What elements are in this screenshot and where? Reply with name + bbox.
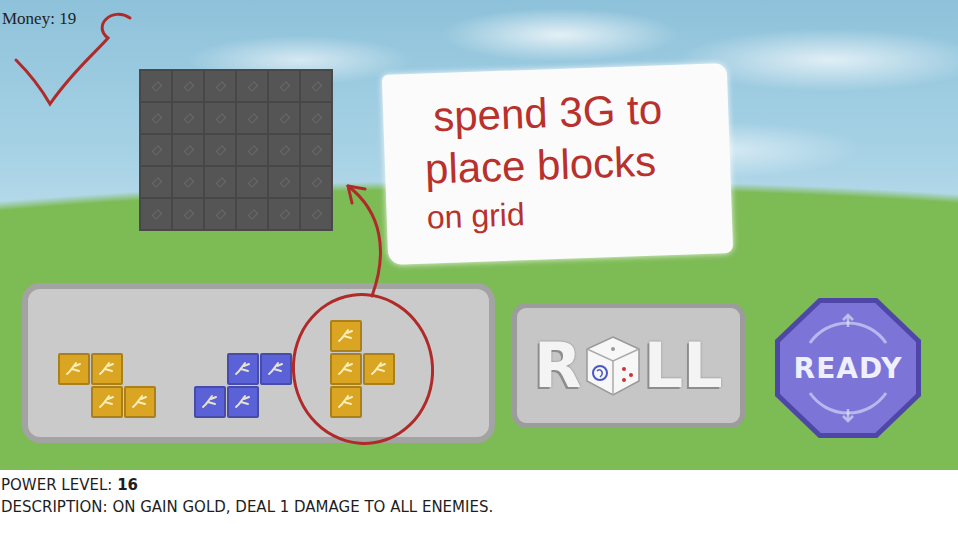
grid-cell[interactable]	[300, 134, 332, 166]
top-row: spend 3G toplace blockson grid	[0, 0, 958, 259]
spark-icon	[369, 359, 389, 379]
grid-cell[interactable]	[204, 166, 236, 198]
grid-cell[interactable]	[236, 166, 268, 198]
block	[194, 386, 226, 418]
block	[91, 353, 123, 385]
grid-cell[interactable]	[236, 102, 268, 134]
spark-icon	[266, 359, 286, 379]
block	[227, 353, 259, 385]
dice-icon	[584, 335, 642, 397]
placement-grid	[139, 69, 333, 231]
note-line: place blocks	[424, 134, 711, 196]
grid-cell[interactable]	[204, 134, 236, 166]
game-area: Money: 19spend 3G toplace blockson gridR…	[0, 0, 958, 470]
grid-cell[interactable]	[140, 166, 172, 198]
block	[330, 320, 362, 352]
spark-icon	[200, 392, 220, 412]
grid-cell[interactable]	[172, 102, 204, 134]
info-panel: POWER LEVEL: 16 DESCRIPTION: ON GAIN GOLD…	[0, 470, 958, 539]
grid-cell[interactable]	[140, 198, 172, 230]
block-piece[interactable]	[58, 353, 156, 418]
grid-cell[interactable]	[236, 70, 268, 102]
spark-icon	[97, 359, 117, 379]
description: DESCRIPTION: ON GAIN GOLD, DEAL 1 DAMAGE…	[1, 498, 958, 517]
ready-label: READY	[794, 352, 903, 385]
block	[58, 353, 90, 385]
tutorial-note: spend 3G toplace blockson grid	[382, 63, 733, 265]
ready-button[interactable]: READY	[775, 298, 921, 438]
spark-icon	[233, 392, 253, 412]
grid-cell[interactable]	[236, 198, 268, 230]
grid-cell[interactable]	[236, 134, 268, 166]
note-line: spend 3G to	[422, 82, 709, 144]
spark-icon	[97, 392, 117, 412]
block	[91, 386, 123, 418]
game-screen: Money: 19spend 3G toplace blockson gridR…	[0, 0, 958, 539]
grid-cell[interactable]	[172, 70, 204, 102]
grid-cell[interactable]	[204, 102, 236, 134]
block	[124, 386, 156, 418]
block-piece[interactable]	[330, 320, 395, 418]
block-piece[interactable]	[194, 353, 292, 418]
grid-cell[interactable]	[204, 70, 236, 102]
block	[363, 353, 395, 385]
block	[330, 386, 362, 418]
grid-cell[interactable]	[268, 166, 300, 198]
roll-label: LL	[644, 335, 723, 397]
grid-cell[interactable]	[300, 198, 332, 230]
grid-cell[interactable]	[204, 198, 236, 230]
roll-button[interactable]: R LL	[512, 303, 745, 428]
grid-cell[interactable]	[268, 134, 300, 166]
grid-cell[interactable]	[172, 198, 204, 230]
spark-icon	[336, 392, 356, 412]
grid-cell[interactable]	[268, 102, 300, 134]
spark-icon	[336, 326, 356, 346]
grid-cell[interactable]	[300, 70, 332, 102]
grid-cell[interactable]	[172, 166, 204, 198]
ready-face: READY	[780, 303, 916, 433]
block	[330, 353, 362, 385]
spark-icon	[130, 392, 150, 412]
spark-icon	[336, 359, 356, 379]
grid-cell[interactable]	[140, 70, 172, 102]
roll-label: R	[534, 335, 582, 397]
spark-icon	[64, 359, 84, 379]
block	[227, 386, 259, 418]
grid-cell[interactable]	[140, 102, 172, 134]
grid-cell[interactable]	[268, 70, 300, 102]
money-counter: Money: 19	[2, 9, 76, 29]
spark-icon	[233, 359, 253, 379]
block	[260, 353, 292, 385]
grid-cell[interactable]	[172, 134, 204, 166]
note-line: on grid	[426, 186, 712, 240]
bottom-row: R LL READY	[0, 259, 958, 443]
piece-tray	[22, 283, 495, 443]
grid-cell[interactable]	[268, 198, 300, 230]
power-level: POWER LEVEL: 16	[1, 476, 958, 495]
grid-cell[interactable]	[300, 166, 332, 198]
grid-cell[interactable]	[300, 102, 332, 134]
grid-cell[interactable]	[140, 134, 172, 166]
